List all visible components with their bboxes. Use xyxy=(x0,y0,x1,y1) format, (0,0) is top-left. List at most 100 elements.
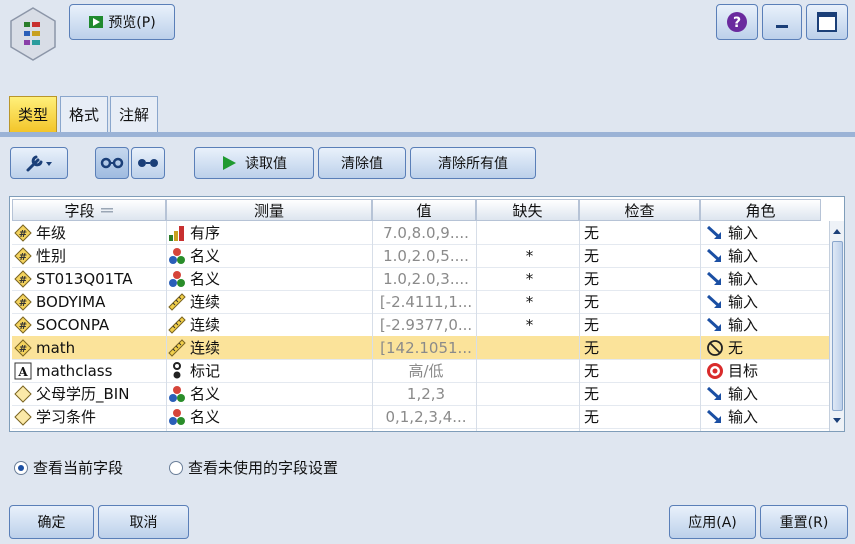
column-header-check[interactable]: 检查 xyxy=(579,199,700,221)
table-row[interactable]: Amathclass 标记 高/低 无 目标 xyxy=(12,359,830,382)
cell-missing[interactable]: * xyxy=(478,290,581,313)
cell-role[interactable]: 输入 xyxy=(706,405,824,428)
column-header-field[interactable]: 字段 xyxy=(12,199,166,221)
cell-role[interactable]: 输入 xyxy=(706,382,824,405)
cell-measure[interactable]: 名义 xyxy=(168,405,370,428)
clear-all-values-button[interactable]: 清除所有值 xyxy=(410,147,536,179)
table-row[interactable]: # SOCONPA 连续 [-2.9377,0... * 无 输入 xyxy=(12,313,830,336)
cancel-button[interactable]: 取消 xyxy=(98,505,189,539)
cell-check[interactable]: 无 xyxy=(584,336,700,359)
cell-missing[interactable] xyxy=(478,405,581,428)
column-header-measure[interactable]: 测量 xyxy=(166,199,372,221)
maximize-button[interactable] xyxy=(806,4,848,40)
cell-role[interactable]: 输入 xyxy=(706,244,824,267)
table-row[interactable]: # ST013Q01TA 名义 1.0,2.0,3.... * 无 输入 xyxy=(12,267,830,290)
cell-values[interactable]: [142.1051... xyxy=(374,336,478,359)
table-scrollbar[interactable] xyxy=(829,221,844,431)
read-values-button[interactable]: 读取值 xyxy=(194,147,314,179)
field-name: 年级 xyxy=(36,224,67,242)
table-row[interactable]: # 年级 有序 7.0,8.0,9.... 无 输入 xyxy=(12,221,830,244)
cell-check[interactable]: 无 xyxy=(584,405,700,428)
cell-measure[interactable]: 连续 xyxy=(168,313,370,336)
nominal-icon xyxy=(168,385,186,403)
tab-type[interactable]: 类型 xyxy=(9,96,57,132)
reset-button[interactable]: 重置(R) xyxy=(760,505,848,539)
cell-missing[interactable] xyxy=(478,359,581,382)
cell-measure[interactable]: 有序 xyxy=(168,221,370,244)
wrench-icon xyxy=(26,155,52,172)
view-unused-fields-radio[interactable]: 查看未使用的字段设置 xyxy=(169,457,338,478)
measure-value: 连续 xyxy=(190,293,221,311)
cell-missing[interactable]: * xyxy=(478,313,581,336)
cell-check[interactable]: 无 xyxy=(584,290,700,313)
cell-check[interactable]: 无 xyxy=(584,359,700,382)
view-unused-fields-label: 查看未使用的字段设置 xyxy=(188,459,339,477)
cell-measure[interactable]: 名义 xyxy=(168,267,370,290)
values-text: 1,2,3 xyxy=(406,384,446,403)
column-header-values[interactable]: 值 xyxy=(372,199,476,221)
cell-values[interactable]: [-2.4111,1... xyxy=(374,290,478,313)
cell-measure[interactable]: 名义 xyxy=(168,244,370,267)
ok-button[interactable]: 确定 xyxy=(9,505,94,539)
cell-check[interactable]: 无 xyxy=(584,313,700,336)
values-text: 7.0,8.0,9.... xyxy=(383,223,469,242)
check-text: 无 xyxy=(584,293,600,311)
cell-role[interactable]: 输入 xyxy=(706,267,824,290)
column-header-missing[interactable]: 缺失 xyxy=(476,199,579,221)
cell-values[interactable]: 1,2,3 xyxy=(374,382,478,405)
view-toggle-button-1[interactable] xyxy=(95,147,129,179)
cell-missing[interactable]: * xyxy=(478,244,581,267)
role-text: 输入 xyxy=(728,385,759,403)
cell-role[interactable]: 目标 xyxy=(706,359,824,382)
cell-check[interactable]: 无 xyxy=(584,221,700,244)
column-header-role[interactable]: 角色 xyxy=(700,199,821,221)
view-current-fields-radio[interactable]: 查看当前字段 xyxy=(14,457,123,478)
tab-annotation[interactable]: 注解 xyxy=(110,96,158,132)
scroll-thumb[interactable] xyxy=(832,241,843,411)
table-row[interactable]: # BODYIMA 连续 [-2.4111,1... * 无 输入 xyxy=(12,290,830,313)
table-row[interactable]: 学习条件 名义 0,1,2,3,4... 无 输入 xyxy=(12,405,830,428)
measure-value: 标记 xyxy=(190,362,221,380)
cell-measure[interactable]: 名义 xyxy=(168,382,370,405)
cell-measure[interactable]: 连续 xyxy=(168,336,370,359)
cell-values[interactable]: 0,1,2,3,4... xyxy=(374,405,478,428)
tools-menu-button[interactable] xyxy=(10,147,68,179)
cell-values[interactable]: 1.0,2.0,3.... xyxy=(374,267,478,290)
cell-role[interactable]: 输入 xyxy=(706,313,824,336)
cell-missing[interactable] xyxy=(478,221,581,244)
cell-role[interactable]: 输入 xyxy=(706,290,824,313)
cell-check[interactable]: 无 xyxy=(584,267,700,290)
cell-values[interactable]: [-2.9377,0... xyxy=(374,313,478,336)
cell-check[interactable]: 无 xyxy=(584,244,700,267)
numeric-field-icon: # xyxy=(14,223,32,242)
field-name: 父母学历_BIN xyxy=(36,385,130,403)
target-icon xyxy=(706,362,724,380)
cell-values[interactable]: 1.0,2.0,5.... xyxy=(374,244,478,267)
cell-role[interactable]: 输入 xyxy=(706,221,824,244)
table-row[interactable]: 父母学历_BIN 名义 1,2,3 无 输入 xyxy=(12,382,830,405)
help-button[interactable]: ? xyxy=(716,4,758,40)
table-row[interactable]: # math 连续 [142.1051... 无 无 xyxy=(12,336,830,359)
scroll-down-icon[interactable] xyxy=(830,413,844,427)
check-text: 无 xyxy=(584,270,600,288)
cell-values[interactable]: 高/低 xyxy=(374,359,478,382)
cell-check[interactable]: 无 xyxy=(584,382,700,405)
tab-format[interactable]: 格式 xyxy=(60,96,108,132)
cell-measure[interactable]: 连续 xyxy=(168,290,370,313)
cell-measure[interactable]: 标记 xyxy=(168,359,370,382)
table-row[interactable]: # 性别 名义 1.0,2.0,5.... * 无 输入 xyxy=(12,244,830,267)
apply-button[interactable]: 应用(A) xyxy=(669,505,756,539)
cell-role[interactable]: 无 xyxy=(706,336,824,359)
cell-missing[interactable] xyxy=(478,336,581,359)
clear-values-button[interactable]: 清除值 xyxy=(318,147,406,179)
cell-missing[interactable]: * xyxy=(478,267,581,290)
minimize-button[interactable] xyxy=(762,4,802,40)
continuous-ruler-icon xyxy=(168,338,186,357)
cell-missing[interactable] xyxy=(478,382,581,405)
check-text: 无 xyxy=(584,316,600,334)
cell-values[interactable]: 7.0,8.0,9.... xyxy=(374,221,478,244)
check-text: 无 xyxy=(584,362,600,380)
preview-button[interactable]: 预览(P) xyxy=(69,4,175,40)
scroll-up-icon[interactable] xyxy=(830,225,844,239)
view-toggle-button-2[interactable] xyxy=(131,147,165,179)
